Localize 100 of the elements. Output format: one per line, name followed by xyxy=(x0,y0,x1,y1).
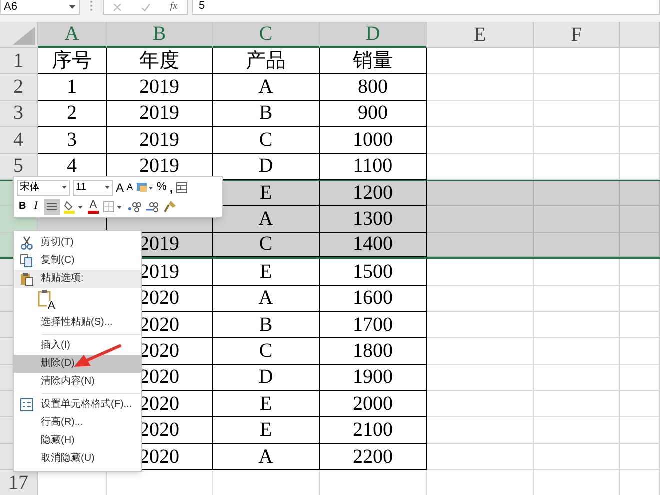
paste-option-button[interactable]: A xyxy=(38,289,58,313)
table-cell: 1200 xyxy=(320,180,427,206)
borders-icon xyxy=(102,200,123,212)
function-button[interactable]: fx xyxy=(170,2,178,12)
table-cell: A xyxy=(213,74,320,101)
bold-button[interactable]: B xyxy=(17,202,28,212)
select-all-corner[interactable] xyxy=(0,22,38,48)
grip-icon xyxy=(90,0,93,12)
column-header[interactable] xyxy=(620,22,660,48)
empty-cell xyxy=(620,48,660,74)
table-cell: 2200 xyxy=(320,444,427,470)
column-header[interactable]: A xyxy=(38,22,107,48)
cancel-icon xyxy=(113,2,122,12)
column-header[interactable]: C xyxy=(213,22,320,48)
table-cell: 3 xyxy=(38,127,107,154)
table-cell: 序号 xyxy=(38,48,107,74)
menu-item[interactable]: 删除(D) xyxy=(14,355,141,373)
size-dropdown[interactable]: 11 xyxy=(73,180,113,196)
table-cell: 1800 xyxy=(320,338,427,365)
menu-item[interactable]: 插入(I) xyxy=(14,337,141,355)
format-cells-icon xyxy=(20,398,34,412)
dropdown-icon xyxy=(69,5,76,9)
empty-cell xyxy=(620,417,660,444)
shrink-font-button[interactable]: A xyxy=(127,183,134,192)
dropdown-icon xyxy=(62,186,67,189)
table-cell: B xyxy=(213,312,320,338)
menu-item[interactable]: 选择性粘贴(S)... xyxy=(14,314,141,332)
row-header[interactable]: 3 xyxy=(0,100,38,128)
menu-item[interactable]: 复制(C) xyxy=(14,252,141,270)
paintbrush-icon xyxy=(162,200,177,214)
check-icon xyxy=(141,2,152,12)
table-cell: 900 xyxy=(320,100,427,128)
font-dropdown[interactable]: 宋体 xyxy=(17,180,70,196)
menu-item[interactable]: 取消隐藏(U) xyxy=(14,450,141,468)
table-cell: 2100 xyxy=(320,417,427,444)
table-cell: 800 xyxy=(320,74,427,101)
table-cell: 2000 xyxy=(320,391,427,418)
name-box[interactable]: A6 xyxy=(0,0,80,15)
table-cell: C xyxy=(213,338,320,365)
align-icon xyxy=(46,202,57,210)
italic-button[interactable]: I xyxy=(32,201,40,212)
scissors-icon xyxy=(20,236,34,250)
empty-cell xyxy=(620,312,660,338)
row-header[interactable]: 4 xyxy=(0,127,38,154)
decrease-decimal-icon xyxy=(144,200,159,212)
table-cell: 1000 xyxy=(320,127,427,154)
table-cell: A xyxy=(213,206,320,233)
row-header[interactable]: 2 xyxy=(0,74,38,101)
align-button[interactable] xyxy=(44,198,60,214)
empty-cell xyxy=(620,127,660,154)
table-cell: E xyxy=(213,391,320,418)
menu-item[interactable]: 设置单元格格式(F)... xyxy=(14,396,141,414)
copy-icon xyxy=(20,254,34,268)
font-color-button[interactable]: A xyxy=(88,200,99,214)
menu-item[interactable]: 剪切(T) xyxy=(14,234,141,252)
table-cell: C xyxy=(213,127,320,154)
empty-cell xyxy=(620,100,660,128)
empty-cell xyxy=(620,259,660,286)
table-cell: 1600 xyxy=(320,286,427,312)
table-cell: 2019 xyxy=(107,74,213,101)
table-cell: 2019 xyxy=(107,100,213,128)
row-header[interactable]: 1 xyxy=(0,48,38,74)
column-header[interactable]: D xyxy=(320,22,427,48)
table-cell: 年度 xyxy=(107,48,213,74)
table-cell: A xyxy=(213,286,320,312)
percent-button[interactable]: % xyxy=(157,182,167,193)
grow-font-button[interactable]: A xyxy=(116,182,124,194)
increase-decimal-icon xyxy=(126,200,141,212)
table-cell: B xyxy=(213,100,320,128)
empty-cell xyxy=(620,74,660,101)
comma-button[interactable]: , xyxy=(170,182,174,194)
menu-item[interactable]: 清除内容(N) xyxy=(14,373,141,391)
table-cell: 1500 xyxy=(320,259,427,286)
menu-section-header: 粘贴选项: xyxy=(14,270,141,288)
table-cell: 1 xyxy=(38,74,107,101)
table-cell: A xyxy=(213,444,320,470)
table-cell: C xyxy=(213,232,320,258)
row-header[interactable]: 17 xyxy=(0,470,38,495)
table-cell: 产品 xyxy=(213,48,320,74)
table-cell: 1900 xyxy=(320,364,427,392)
column-header[interactable]: E xyxy=(427,22,534,48)
empty-cell xyxy=(620,338,660,365)
empty-cell xyxy=(620,391,660,418)
table-cell: 2 xyxy=(38,100,107,128)
empty-cell xyxy=(620,364,660,392)
menu-item[interactable]: 行高(R)... xyxy=(14,414,141,432)
cell-style-icon xyxy=(136,182,154,194)
column-header[interactable]: B xyxy=(107,22,213,48)
clipboard-icon xyxy=(20,272,34,286)
empty-cell xyxy=(620,154,660,180)
table-icon xyxy=(176,182,188,194)
table-cell: 1100 xyxy=(320,154,427,180)
menu-item[interactable]: 隐藏(H) xyxy=(14,432,141,450)
column-header[interactable]: F xyxy=(534,22,620,48)
table-cell: D xyxy=(213,364,320,392)
table-cell: 1400 xyxy=(320,232,427,258)
formula-field[interactable]: 5 xyxy=(192,0,660,15)
table-cell: E xyxy=(213,259,320,286)
empty-cell xyxy=(620,444,660,470)
table-cell: 2019 xyxy=(107,127,213,154)
